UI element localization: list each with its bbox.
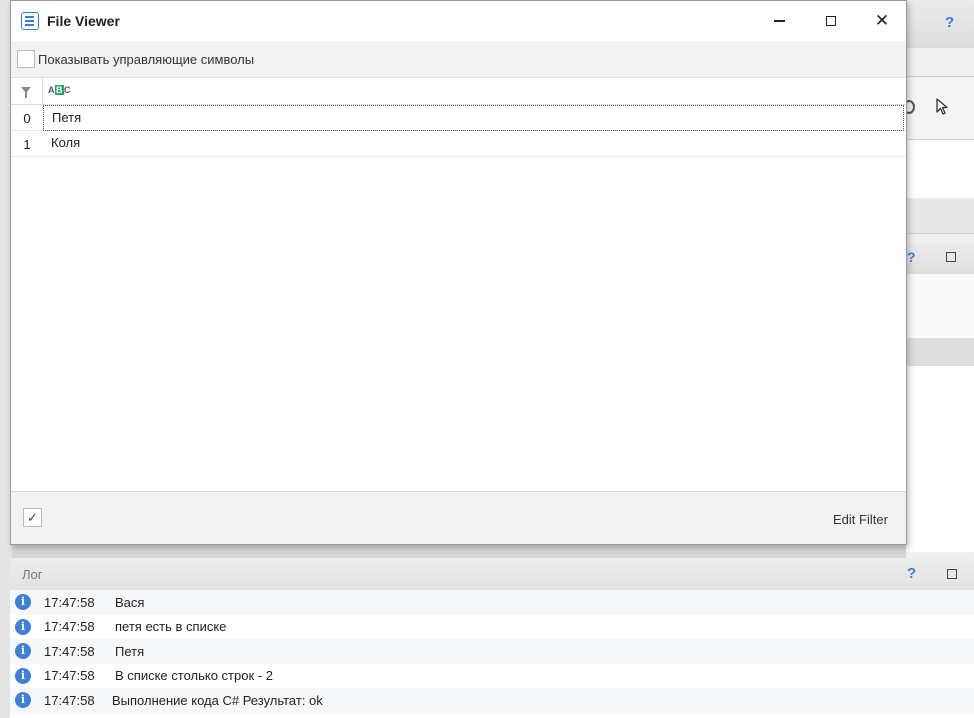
background-toolbar — [906, 0, 974, 48]
filter-enabled-checkbox[interactable]: ✓ — [23, 508, 42, 527]
edit-filter-button[interactable]: Edit Filter — [833, 512, 888, 527]
filter-icon — [21, 87, 31, 98]
row-value-cell[interactable]: Коля — [43, 131, 904, 157]
dialog-titlebar[interactable]: File Viewer ✕ — [11, 1, 906, 41]
background-panel-content — [906, 366, 974, 552]
dialog-title: File Viewer — [47, 13, 120, 29]
data-grid: ABC 0 Петя 1 Коля — [11, 78, 906, 491]
row-value-cell[interactable]: Петя — [43, 105, 904, 131]
row-index: 0 — [23, 111, 31, 126]
close-icon: ✕ — [874, 11, 890, 31]
log-entry-message: В списке столько строк - 2 — [115, 668, 273, 684]
log-entry[interactable]: i 17:47:58 петя есть в списке — [10, 615, 974, 640]
log-entry[interactable]: i 17:47:58 Вася — [10, 590, 974, 615]
minimize-button[interactable] — [754, 1, 804, 41]
grid-filter-row: ABC — [11, 78, 906, 105]
log-help-icon[interactable]: ? — [907, 565, 916, 582]
log-entry-message: Петя — [115, 643, 145, 659]
info-icon: i — [15, 692, 31, 709]
info-icon: i — [15, 594, 31, 611]
log-entry-message: Выполнение кода C# Результат: ok — [112, 692, 323, 708]
log-entry-message: петя есть в списке — [115, 619, 227, 635]
background-divider-band — [906, 198, 974, 234]
filter-cell[interactable] — [11, 78, 43, 105]
background-help-icon[interactable]: ? — [945, 14, 954, 31]
background-panel-body — [906, 274, 974, 338]
show-control-chars-checkbox[interactable] — [17, 50, 35, 68]
file-viewer-dialog: File Viewer ✕ Показывать управляющие сим… — [10, 0, 907, 545]
log-entry[interactable]: i 17:47:58 Петя — [10, 639, 974, 664]
table-row[interactable]: 1 Коля — [11, 131, 906, 157]
log-panel-header: Лог ? — [10, 558, 974, 590]
log-entry[interactable]: i 17:47:58 В списке столько строк - 2 — [10, 664, 974, 689]
background-panel-divider — [906, 338, 974, 366]
log-entry-time: 17:47:58 — [44, 668, 95, 684]
log-entry[interactable]: i 17:47:58 Выполнение кода C# Результат:… — [10, 688, 974, 713]
background-content-area — [906, 140, 974, 198]
info-icon: i — [15, 618, 31, 635]
background-panel-header — [906, 244, 974, 274]
log-panel: Лог ? i 17:47:58 Вася i 17:47:58 петя ес… — [10, 558, 974, 718]
log-maximize-icon[interactable] — [947, 569, 957, 579]
background-pointer-icon[interactable] — [934, 98, 950, 116]
log-list: i 17:47:58 Вася i 17:47:58 петя есть в с… — [10, 590, 974, 713]
row-index: 1 — [23, 137, 31, 152]
text-filter-icon[interactable]: ABC — [48, 85, 71, 95]
background-panel-maximize-icon[interactable] — [946, 252, 956, 262]
close-button[interactable]: ✕ — [857, 1, 907, 41]
log-entry-time: 17:47:58 — [44, 619, 95, 635]
options-bar: Показывать управляющие символы — [11, 41, 906, 78]
log-entry-message: Вася — [115, 594, 145, 610]
maximize-icon — [826, 16, 836, 26]
info-icon: i — [15, 643, 31, 660]
log-entry-time: 17:47:58 — [44, 643, 95, 659]
info-icon: i — [15, 667, 31, 684]
table-row[interactable]: 0 Петя — [11, 105, 906, 131]
maximize-button[interactable] — [806, 1, 856, 41]
minimize-icon — [773, 20, 785, 22]
background-panel-help-icon[interactable]: ? — [907, 249, 916, 265]
list-icon — [21, 12, 39, 30]
show-control-chars-label[interactable]: Показывать управляющие символы — [38, 52, 254, 67]
log-entry-time: 17:47:58 — [44, 594, 95, 610]
log-entry-time: 17:47:58 — [44, 692, 95, 708]
dialog-footer: ✓ Edit Filter — [11, 491, 906, 544]
log-panel-title: Лог — [22, 566, 43, 582]
